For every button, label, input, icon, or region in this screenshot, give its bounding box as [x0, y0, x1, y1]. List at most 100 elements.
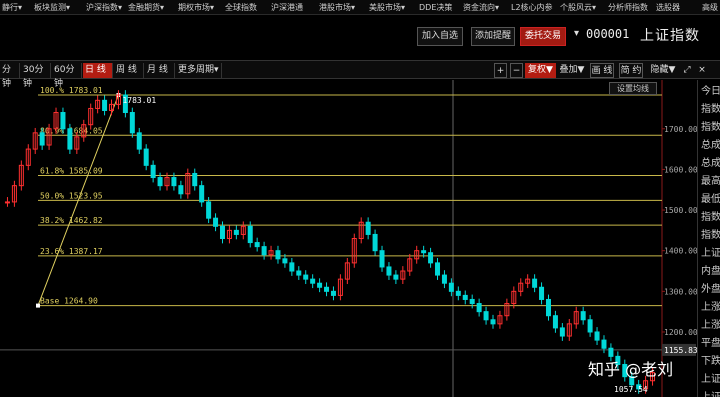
candle-body-44 — [310, 278, 316, 284]
hide-dropdown[interactable]: 隐藏▼ — [648, 63, 678, 78]
quote-label-9: 上证 — [701, 248, 720, 259]
close-icon[interactable]: × — [697, 63, 707, 78]
menu-item-14[interactable]: 选股器 — [656, 0, 680, 14]
y-tick-label-4: 1300.00 — [664, 287, 697, 296]
stock-dropdown-icon[interactable]: ▾ — [574, 28, 579, 39]
candle-body-61 — [428, 252, 434, 264]
stock-toolbar: 加入自选 添加提醒 委托交易 ▾ 000001 上证指数 — [0, 15, 720, 59]
candle-body-68 — [476, 303, 482, 313]
simple-mode-button[interactable]: 简 约 — [619, 63, 643, 78]
candle-body-25 — [178, 185, 184, 195]
candle-body-30 — [213, 217, 219, 227]
candle-body-20 — [143, 148, 149, 166]
ma-setting-button[interactable]: 设置均线 — [609, 82, 657, 95]
candle-body-37 — [261, 246, 267, 256]
overlay-dropdown[interactable]: 叠加▼ — [558, 63, 586, 78]
expand-icon[interactable]: ⤢ — [681, 63, 693, 78]
quote-label-4: 总成 — [701, 158, 720, 169]
candle-body-70 — [490, 319, 496, 325]
quote-label-0: 今日 — [701, 86, 720, 97]
candle-body-46 — [324, 286, 330, 292]
quote-side-panel: 今日指数指数总成总成最高最低指数指数上证内盘外盘上涨上涨平盘下跌上证上证 — [697, 80, 720, 397]
candle-body-86 — [601, 339, 607, 349]
candle-body-18 — [129, 112, 135, 134]
candle-body-28 — [199, 185, 205, 203]
candle-body-55 — [386, 266, 392, 276]
y-tick-label-3: 1400.00 — [664, 247, 697, 256]
high-price-label: 1783.01 — [122, 96, 156, 105]
menu-item-6[interactable]: 沪深港通 — [271, 0, 303, 14]
draw-line-button[interactable]: 画 线 — [590, 63, 614, 78]
restore-right-dropdown[interactable]: 复权▼ — [525, 63, 556, 78]
menu-item-8[interactable]: 美股市场▾ — [369, 0, 405, 14]
menu-item-1[interactable]: 板块监测▾ — [34, 0, 70, 14]
menu-item-10[interactable]: 资金流向▾ — [463, 0, 499, 14]
last-price-label: 1155.83 — [664, 346, 697, 355]
y-tick-label-1: 1600.00 — [664, 165, 697, 174]
quote-label-5: 最高 — [701, 176, 720, 187]
menu-item-13[interactable]: 分析师指数 — [608, 0, 648, 14]
period-30min-tab[interactable]: 30分钟 — [21, 63, 51, 89]
menu-item-3[interactable]: 金融期货▾ — [128, 0, 164, 14]
menu-item-4[interactable]: 期权市场▾ — [178, 0, 214, 14]
quote-label-6: 最低 — [701, 194, 720, 205]
quote-label-2: 指数 — [701, 122, 720, 133]
quote-label-13: 上涨 — [701, 320, 720, 331]
menu-item-15[interactable]: 高级 — [702, 0, 718, 14]
period-daily-tab[interactable]: 日 线 — [83, 63, 113, 78]
stock-name: 上证指数 — [640, 28, 700, 44]
quote-label-8: 指数 — [701, 230, 720, 241]
candle-body-85 — [594, 331, 600, 341]
period-weekly-tab[interactable]: 周 线 — [114, 63, 144, 78]
period-monthly-tab[interactable]: 月 线 — [145, 63, 175, 78]
fib-label-5: 23.6% 1387.17 — [40, 247, 103, 256]
candle-body-35 — [247, 225, 253, 244]
candle-body-66 — [462, 294, 468, 300]
chart-canvas: 100.% 1783.0180.9% 1684.0561.8% 1585.095… — [0, 80, 697, 397]
trade-button[interactable]: 委托交易 — [520, 27, 566, 46]
fib-label-2: 61.8% 1585.09 — [40, 166, 103, 175]
y-tick-label-2: 1500.00 — [664, 206, 697, 215]
quote-label-14: 平盘 — [701, 338, 720, 349]
fib-label-0: 100.% 1783.01 — [40, 86, 103, 95]
candle-body-77 — [539, 286, 545, 300]
fib-label-3: 50.0% 1523.95 — [40, 191, 103, 200]
candle-body-24 — [171, 177, 177, 187]
candle-body-65 — [455, 290, 461, 296]
y-tick-label-5: 1200.00 — [664, 328, 697, 337]
candle-body-80 — [559, 327, 565, 337]
menu-item-0[interactable]: 静行▾ — [2, 0, 22, 14]
zoom-in-button[interactable]: + — [494, 63, 507, 78]
add-alert-button[interactable]: 添加提醒 — [471, 27, 515, 46]
candle-body-29 — [206, 201, 212, 219]
menu-item-5[interactable]: 全球指数 — [225, 0, 257, 14]
menu-item-9[interactable]: DDE决策 — [419, 0, 452, 14]
candle-body-31 — [219, 225, 225, 240]
quote-label-16: 上证 — [701, 374, 720, 385]
candle-body-52 — [365, 221, 371, 235]
candle-body-36 — [254, 242, 260, 248]
period-minute-tab[interactable]: 分钟 — [0, 63, 20, 89]
low-price-label: 1057.54 — [614, 385, 648, 394]
candle-body-21 — [150, 164, 156, 179]
menu-item-2[interactable]: 沪深指数▾ — [86, 0, 122, 14]
candle-body-43 — [303, 274, 309, 280]
fib-label-6: Base 1264.90 — [40, 297, 98, 306]
quote-label-10: 内盘 — [701, 266, 720, 277]
candle-body-42 — [296, 270, 302, 276]
add-watchlist-button[interactable]: 加入自选 — [417, 27, 463, 46]
zoom-out-button[interactable]: − — [510, 63, 523, 78]
menu-item-12[interactable]: 个股风云▾ — [560, 0, 596, 14]
candle-body-64 — [448, 282, 454, 292]
kline-chart[interactable]: 100.% 1783.01 80.9% 1684.05 61.8% 1585.09 5… — [0, 80, 720, 397]
watermark: 知乎 @老刘 — [588, 360, 674, 379]
period-more-dropdown[interactable]: 更多周期▾ — [176, 63, 222, 78]
candle-body-19 — [136, 132, 142, 150]
menu-item-7[interactable]: 港股市场▾ — [319, 0, 355, 14]
menu-item-11[interactable]: L2核心内参 — [511, 0, 553, 14]
candle-body-84 — [587, 319, 593, 333]
period-60min-tab[interactable]: 60分钟 — [52, 63, 82, 89]
stock-code: 000001 — [586, 27, 630, 41]
candle-body-60 — [421, 250, 427, 254]
period-bar: 分钟 30分钟 60分钟 日 线 周 线 月 线 更多周期▾ + − 复权▼ 叠… — [0, 60, 720, 89]
